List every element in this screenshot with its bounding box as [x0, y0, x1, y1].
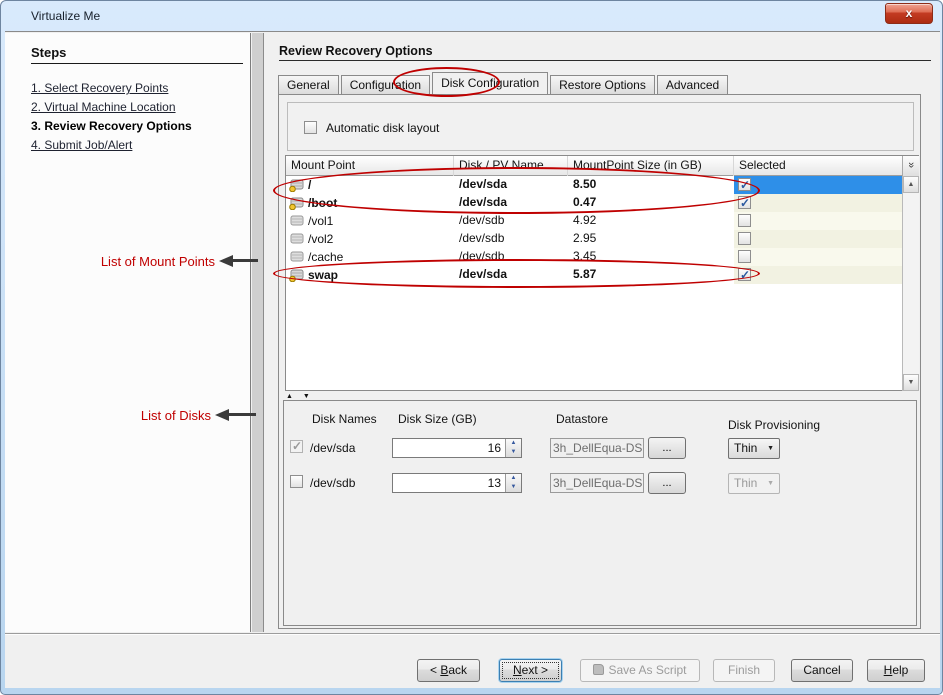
chevron-down-icon: ▼ — [767, 439, 774, 458]
tab-disk-configuration[interactable]: Disk Configuration — [432, 72, 548, 94]
double-chevron-down-icon: » — [902, 162, 920, 168]
disk-icon — [289, 233, 304, 246]
spinner-down-icon[interactable]: ▼ — [506, 483, 521, 492]
tab-configuration[interactable]: Configuration — [341, 75, 430, 94]
row-selected-checkbox[interactable] — [738, 250, 751, 263]
table-row[interactable]: /vol1 /dev/sdb 4.92 — [286, 212, 902, 230]
provisioning-select[interactable]: Thin ▼ — [728, 438, 780, 459]
row-selected-checkbox[interactable] — [738, 232, 751, 245]
disk-select-checkbox[interactable] — [290, 475, 303, 488]
tab-general[interactable]: General — [278, 75, 339, 94]
provisioning-select: Thin ▼ — [728, 473, 780, 494]
datastore-field: 3h_DellEqua-DS1 — [550, 473, 644, 493]
datastore-browse-button[interactable]: ... — [648, 472, 686, 494]
disk-icon — [289, 215, 304, 228]
disks-arrow-icon — [215, 409, 229, 421]
row-selected-checkbox[interactable] — [738, 214, 751, 227]
table-header: Mount Point Disk / PV Name MountPoint Si… — [286, 156, 918, 176]
steps-header: Steps — [31, 45, 66, 60]
col-mount-point[interactable]: Mount Point — [286, 156, 454, 176]
title-bar[interactable]: Virtualize Me x — [1, 1, 942, 31]
disk-lock-icon — [289, 179, 304, 192]
tab-advanced[interactable]: Advanced — [657, 75, 728, 94]
help-button[interactable]: Help — [867, 659, 925, 682]
close-icon: x — [906, 6, 913, 20]
disk-size-input[interactable]: 16 ▲ ▼ — [392, 438, 522, 458]
col-disk-pv-name[interactable]: Disk / PV Name — [454, 156, 568, 176]
dialog-body: Steps 1. Select Recovery Points 2. Virtu… — [5, 31, 940, 688]
script-icon — [593, 664, 604, 675]
spinner-buttons[interactable]: ▲ ▼ — [505, 439, 521, 457]
steps-sidebar: Steps 1. Select Recovery Points 2. Virtu… — [5, 33, 251, 632]
spinner-up-icon[interactable]: ▲ — [506, 439, 521, 448]
scroll-up-icon[interactable]: ▲ — [903, 176, 919, 193]
mount-points-arrow-icon — [219, 255, 233, 267]
disk-provisioning-header: Disk Provisioning — [728, 418, 820, 432]
col-selected[interactable]: Selected — [734, 156, 902, 176]
steps-divider — [31, 63, 243, 64]
disks-arrow-shaft — [228, 413, 256, 416]
disk-lock-icon — [289, 269, 304, 282]
disk-configuration-panel: Automatic disk layout Mount Point Disk /… — [278, 94, 921, 629]
disk-lock-icon — [289, 197, 304, 210]
footer-divider — [5, 633, 940, 635]
step-select-recovery-points[interactable]: 1. Select Recovery Points — [31, 81, 168, 95]
datastore-field: 3h_DellEqua-DS1 — [550, 438, 644, 458]
scroll-down-icon[interactable]: ▼ — [903, 374, 919, 391]
disk-row: /dev/sda 16 ▲ ▼ 3h_DellEqua-DS1 ... Thin… — [284, 437, 916, 459]
step-review-recovery-options: 3. Review Recovery Options — [31, 119, 192, 133]
disk-size-input[interactable]: 13 ▲ ▼ — [392, 473, 522, 493]
page-title-divider — [279, 60, 931, 61]
table-row[interactable]: /vol2 /dev/sdb 2.95 — [286, 230, 902, 248]
row-selected-checkbox[interactable] — [738, 196, 751, 209]
table-row[interactable]: swap /dev/sda 5.87 — [286, 266, 902, 284]
row-selected-checkbox[interactable] — [738, 178, 751, 191]
disk-names-header: Disk Names — [312, 412, 377, 426]
datastore-header: Datastore — [556, 412, 608, 426]
column-chooser-button[interactable]: » — [902, 156, 919, 176]
mount-points-arrow-shaft — [232, 259, 258, 262]
disk-icon — [289, 251, 304, 264]
step-submit-job-alert[interactable]: 4. Submit Job/Alert — [31, 138, 132, 152]
disks-panel: Disk Names Disk Size (GB) Datastore Disk… — [283, 400, 917, 626]
step-virtual-machine-location[interactable]: 2. Virtual Machine Location — [31, 100, 176, 114]
mount-points-table: Mount Point Disk / PV Name MountPoint Si… — [285, 155, 919, 391]
tab-restore-options[interactable]: Restore Options — [550, 75, 655, 94]
tab-strip: General Configuration Disk Configuration… — [278, 72, 730, 94]
automatic-disk-layout-checkbox[interactable] — [304, 121, 317, 134]
row-selected-checkbox[interactable] — [738, 268, 751, 281]
table-scrollbar[interactable]: ▲ ▼ — [902, 176, 919, 391]
disk-name: /dev/sdb — [310, 476, 355, 490]
disk-select-checkbox — [290, 440, 303, 453]
page-title: Review Recovery Options — [279, 44, 433, 58]
chevron-down-icon: ▼ — [767, 474, 774, 493]
virtualize-me-window: Virtualize Me x Steps 1. Select Recovery… — [0, 0, 943, 695]
table-row[interactable]: /boot /dev/sda 0.47 — [286, 194, 902, 212]
datastore-browse-button[interactable]: ... — [648, 437, 686, 459]
finish-button: Finish — [713, 659, 775, 682]
col-mountpoint-size[interactable]: MountPoint Size (in GB) — [568, 156, 734, 176]
disk-name: /dev/sda — [310, 441, 355, 455]
table-row[interactable]: /cache /dev/sdb 3.45 — [286, 248, 902, 266]
disk-row: /dev/sdb 13 ▲ ▼ 3h_DellEqua-DS1 ... Thin… — [284, 472, 916, 494]
back-button[interactable]: < Back — [417, 659, 480, 682]
automatic-disk-layout-label: Automatic disk layout — [326, 121, 439, 135]
sidebar-splitter[interactable] — [252, 33, 264, 632]
save-as-script-button: Save As Script — [580, 659, 700, 682]
spinner-down-icon[interactable]: ▼ — [506, 448, 521, 457]
window-title: Virtualize Me — [31, 9, 100, 23]
spinner-up-icon[interactable]: ▲ — [506, 474, 521, 483]
panel-splitter-handle[interactable]: ▲ ▼ — [286, 393, 314, 400]
table-row[interactable]: / /dev/sda 8.50 — [286, 176, 902, 194]
next-button[interactable]: Next > — [499, 659, 562, 682]
close-button[interactable]: x — [885, 3, 933, 24]
spinner-buttons[interactable]: ▲ ▼ — [505, 474, 521, 492]
automatic-layout-group: Automatic disk layout — [287, 102, 914, 151]
cancel-button[interactable]: Cancel — [791, 659, 853, 682]
disk-size-header: Disk Size (GB) — [398, 412, 477, 426]
